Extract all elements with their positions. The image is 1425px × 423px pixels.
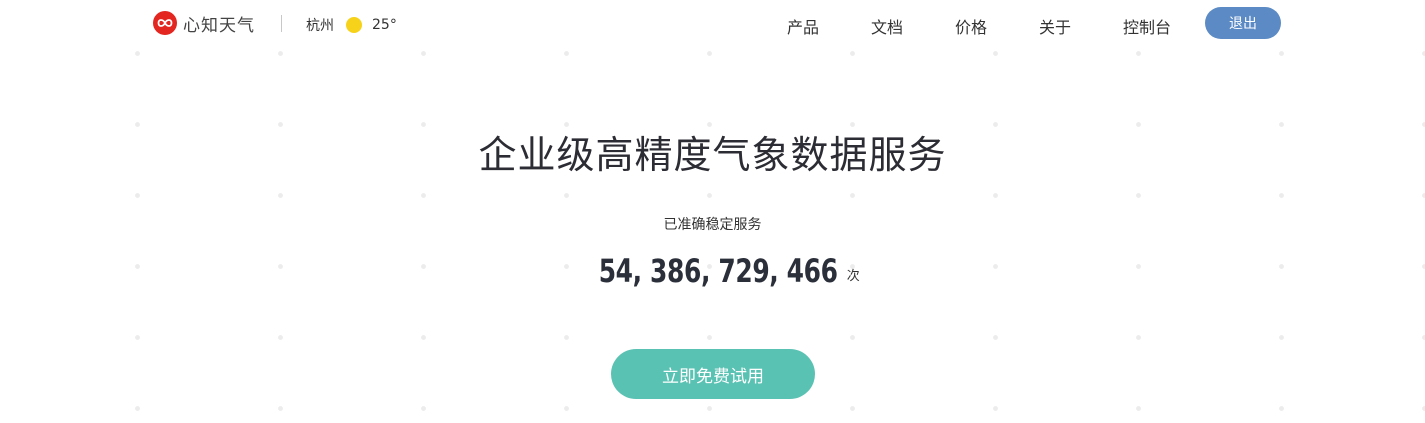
nav-docs[interactable]: 文档 <box>871 14 903 38</box>
brand-name: 心知天气 <box>183 15 255 36</box>
free-trial-button[interactable]: 立即免费试用 <box>611 349 815 399</box>
weather-temperature: 25° <box>372 17 397 33</box>
nav-about[interactable]: 关于 <box>1039 14 1071 38</box>
logout-button[interactable]: 退出 <box>1205 7 1281 39</box>
header-divider <box>281 15 282 32</box>
service-count: 54, 386, 729, 466 <box>598 252 838 290</box>
service-counter: 54, 386, 729, 466 次 <box>0 252 1425 290</box>
sun-icon <box>346 17 362 33</box>
nav-pricing[interactable]: 价格 <box>955 14 987 38</box>
brand-logo[interactable]: 心知天气 <box>153 11 255 36</box>
weather-widget: 杭州 25° <box>306 14 397 36</box>
weather-city: 杭州 <box>306 18 334 34</box>
hero-title: 企业级高精度气象数据服务 <box>478 133 947 177</box>
infinity-logo-icon <box>153 11 177 35</box>
service-count-unit: 次 <box>846 269 860 284</box>
top-header: 心知天气 杭州 25° 产品 文档 价格 关于 控制台 退出 <box>0 0 1425 47</box>
nav-console[interactable]: 控制台 <box>1123 14 1171 38</box>
nav-products[interactable]: 产品 <box>787 14 819 38</box>
hero-subtitle: 已准确稳定服务 <box>663 217 762 233</box>
